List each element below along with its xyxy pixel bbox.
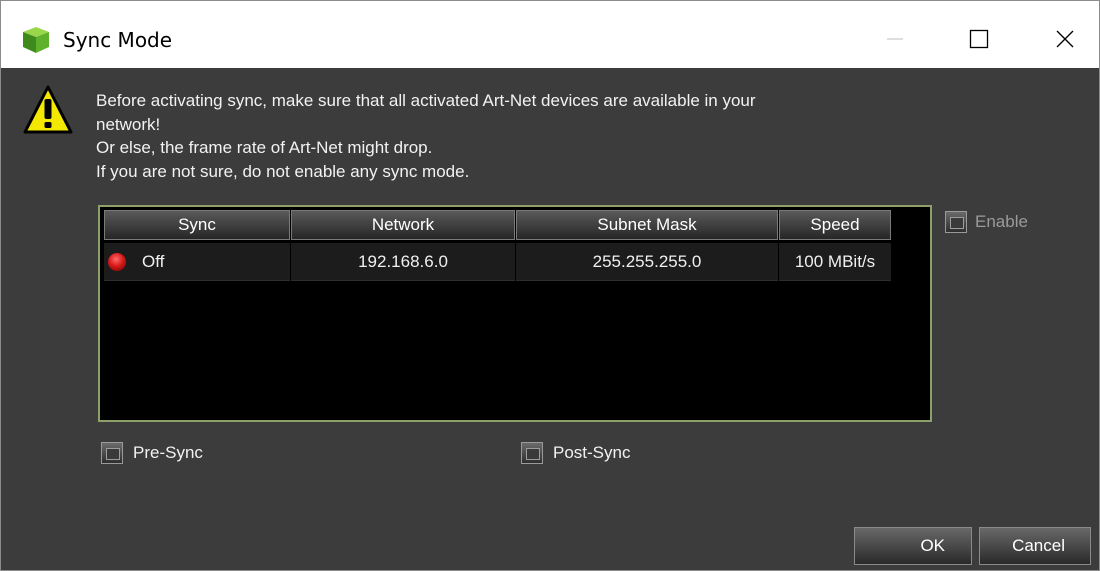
maximize-icon: [969, 29, 989, 49]
minimize-button[interactable]: [867, 15, 923, 63]
warning-message: Before activating sync, make sure that a…: [96, 89, 916, 183]
title-bar: Sync Mode: [1, 1, 1099, 68]
cancel-button[interactable]: Cancel: [979, 527, 1091, 565]
close-button[interactable]: [1037, 15, 1093, 63]
status-dot-icon: [108, 252, 126, 271]
checkbox-box-icon: [101, 442, 123, 464]
sync-table: Sync Network Subnet Mask Speed Off 192.1…: [98, 205, 932, 422]
pre-sync-label: Pre-Sync: [133, 443, 203, 462]
post-sync-checkbox[interactable]: Post-Sync: [521, 442, 630, 464]
minimize-icon: [887, 38, 903, 40]
table-row-cell-network[interactable]: 192.168.6.0: [291, 243, 515, 281]
enable-label: Enable: [975, 212, 1028, 231]
enable-checkbox[interactable]: Enable: [945, 211, 1028, 233]
sync-mode-dialog: Sync Mode Before activating sync, make s…: [0, 0, 1100, 571]
pre-sync-checkbox[interactable]: Pre-Sync: [101, 442, 203, 464]
column-header-subnet-mask[interactable]: Subnet Mask: [516, 210, 778, 240]
green-cube-icon: [23, 27, 49, 53]
table-row-cell-speed[interactable]: 100 MBit/s: [779, 243, 891, 281]
warning-line: Before activating sync, make sure that a…: [96, 91, 756, 110]
sync-status-text: Off: [142, 251, 165, 271]
column-header-sync[interactable]: Sync: [104, 210, 290, 240]
close-icon: [1056, 30, 1074, 48]
checkbox-box-icon: [521, 442, 543, 464]
warning-line: If you are not sure, do not enable any s…: [96, 161, 470, 181]
window-title: Sync Mode: [63, 28, 173, 52]
warning-triangle-icon: [23, 85, 73, 134]
post-sync-label: Post-Sync: [553, 443, 631, 462]
table-row-cell-sync[interactable]: Off: [104, 243, 290, 281]
maximize-button[interactable]: [951, 15, 1007, 63]
column-header-speed[interactable]: Speed: [779, 210, 891, 240]
warning-line: Or else, the frame rate of Art-Net might…: [96, 138, 433, 157]
column-header-network[interactable]: Network: [291, 210, 515, 240]
ok-button[interactable]: OK: [854, 527, 972, 565]
checkbox-box-icon: [945, 211, 967, 233]
table-row-cell-subnet-mask[interactable]: 255.255.255.0: [516, 243, 778, 281]
warning-line: network!: [96, 114, 161, 134]
